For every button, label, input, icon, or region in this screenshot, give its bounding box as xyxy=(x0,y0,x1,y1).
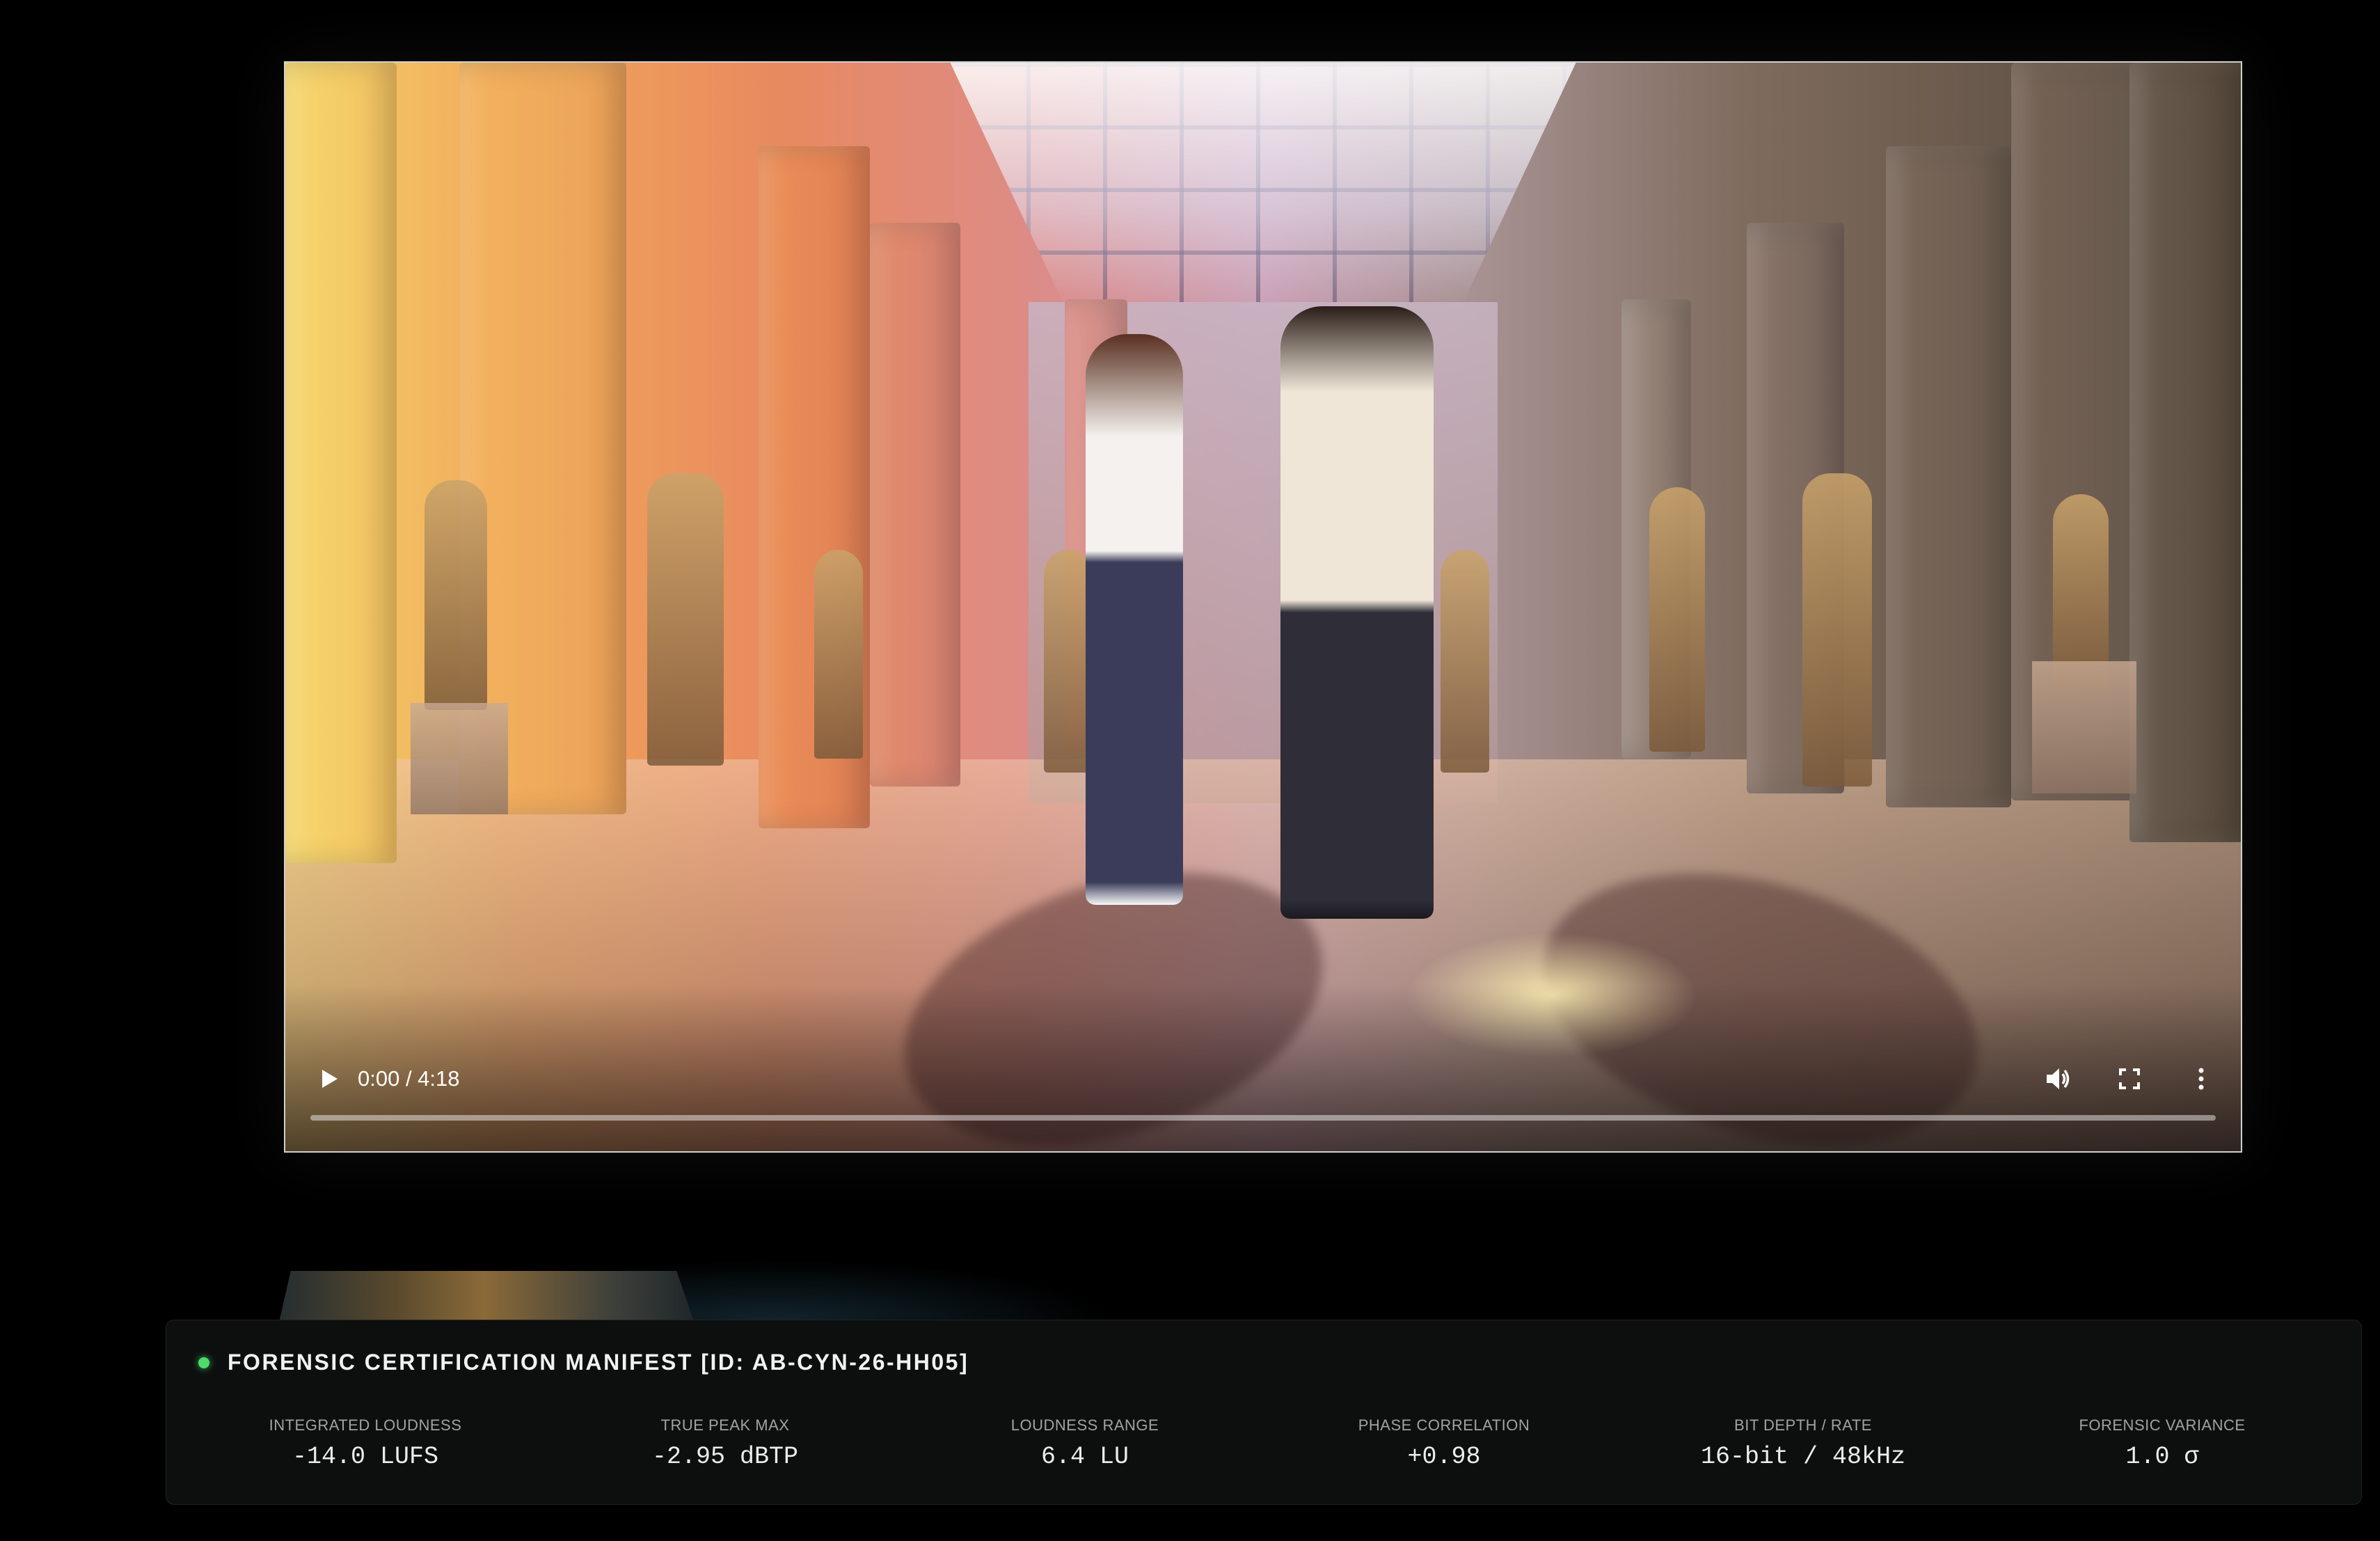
manifest-header: FORENSIC CERTIFICATION MANIFEST [ID: AB-… xyxy=(198,1350,969,1375)
metric-phase-correlation: PHASE CORRELATION +0.98 xyxy=(1319,1416,1569,1471)
volume-button[interactable] xyxy=(2042,1064,2073,1094)
metric-value: 1.0 σ xyxy=(2125,1443,2199,1471)
metric-true-peak-max: TRUE PEAK MAX -2.95 dBTP xyxy=(600,1416,850,1471)
metric-loudness-range: LOUDNESS RANGE 6.4 LU xyxy=(960,1416,1210,1471)
play-button[interactable] xyxy=(315,1065,342,1093)
video-player[interactable]: 0:00 / 4:18 xyxy=(284,61,2242,1153)
metric-label: LOUDNESS RANGE xyxy=(1010,1416,1159,1434)
status-indicator-dot xyxy=(198,1357,209,1368)
metric-value: +0.98 xyxy=(1407,1443,1481,1471)
metric-label: BIT DEPTH / RATE xyxy=(1734,1416,1872,1434)
metric-value: -14.0 LUFS xyxy=(292,1443,439,1471)
metric-bit-depth-rate: BIT DEPTH / RATE 16-bit / 48kHz xyxy=(1678,1416,1928,1471)
forensic-manifest-panel: FORENSIC CERTIFICATION MANIFEST [ID: AB-… xyxy=(166,1320,2362,1505)
metric-value: -2.95 dBTP xyxy=(651,1443,799,1471)
manifest-title: FORENSIC CERTIFICATION MANIFEST [ID: AB-… xyxy=(228,1350,969,1375)
volume-icon xyxy=(2047,1068,2070,1089)
metric-value: 16-bit / 48kHz xyxy=(1700,1443,1906,1471)
metric-forensic-variance: FORENSIC VARIANCE 1.0 σ xyxy=(2037,1416,2287,1471)
metric-label: PHASE CORRELATION xyxy=(1358,1416,1530,1434)
metric-value: 6.4 LU xyxy=(1040,1443,1129,1471)
metric-label: TRUE PEAK MAX xyxy=(660,1416,790,1434)
fullscreen-button[interactable] xyxy=(2114,1064,2145,1094)
metric-label: INTEGRATED LOUDNESS xyxy=(269,1416,462,1434)
fullscreen-icon xyxy=(2119,1068,2140,1089)
metric-integrated-loudness: INTEGRATED LOUDNESS -14.0 LUFS xyxy=(240,1416,491,1471)
time-display: 0:00 / 4:18 xyxy=(358,1066,460,1091)
more-options-button[interactable] xyxy=(2186,1064,2216,1094)
play-icon xyxy=(322,1070,338,1088)
more-vertical-icon xyxy=(2198,1068,2204,1090)
progress-bar[interactable] xyxy=(310,1115,2216,1121)
metric-label: FORENSIC VARIANCE xyxy=(2079,1416,2246,1434)
